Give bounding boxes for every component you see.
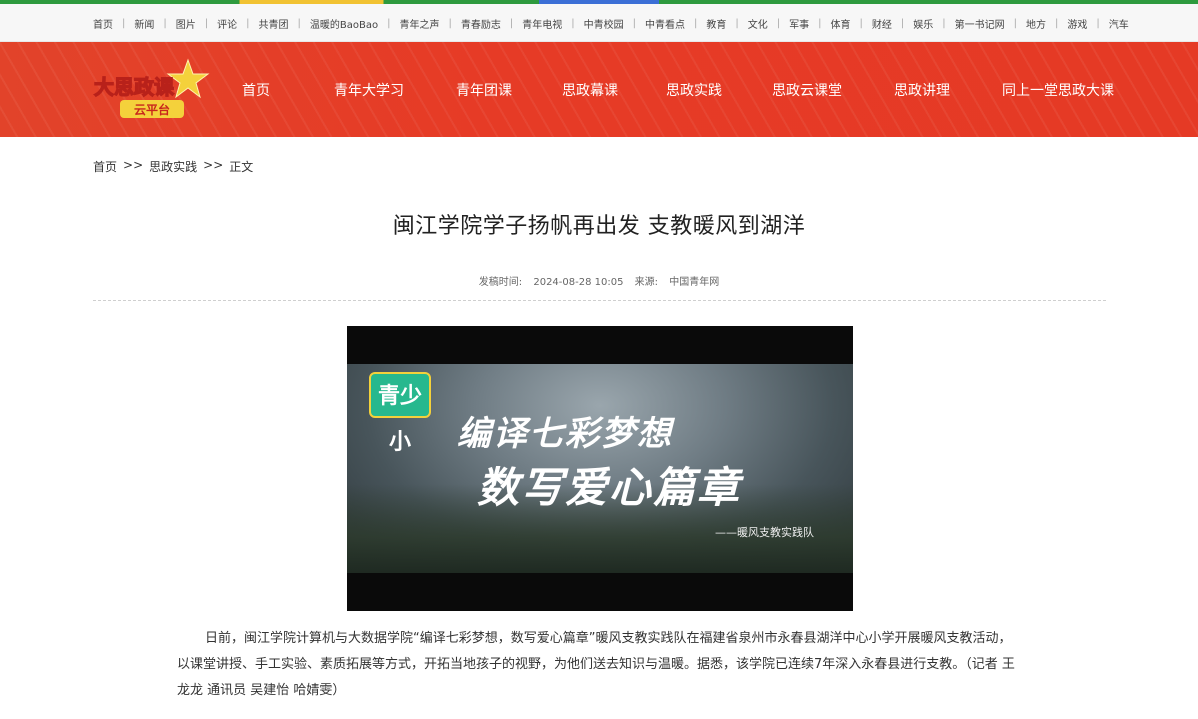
top-nav-link[interactable]: 图片 (176, 16, 196, 31)
main-nav-item[interactable]: 思政实践 (666, 80, 722, 100)
top-nav-list: 首页 | 新闻 | 图片 | 评论 | 共青团 | 温暖的BaoBao | 青年之声 | 青春励志 | 青年电视… (0, 4, 1198, 42)
top-nav-link[interactable]: 文化 (748, 16, 768, 31)
top-nav-separator: | (693, 17, 698, 29)
divider (93, 300, 1106, 301)
top-nav-item: | 图片 (154, 16, 195, 31)
main-nav-item[interactable]: 同上一堂思政大课 (1002, 80, 1114, 100)
top-nav-separator: | (1096, 17, 1100, 29)
top-nav-separator: | (387, 17, 391, 29)
top-nav-item: | 文化 (726, 16, 767, 31)
top-nav-item: | 青年之声 (378, 16, 439, 31)
top-nav-separator: | (776, 17, 781, 29)
breadcrumb-home[interactable]: 首页 (93, 158, 117, 175)
top-nav-item: | 共青团 (237, 16, 288, 31)
article-meta: 发稿时间: 2024-08-28 10:05 来源: 中国青年网 (0, 273, 1198, 288)
top-nav-link[interactable]: 青年之声 (399, 16, 439, 31)
top-nav-item: | 汽车 (1087, 16, 1128, 31)
video-credit: ——暖风支教实践队 (715, 526, 814, 539)
article-body: 日前，闽江学院计算机与大数据学院“编译七彩梦想，数写爱心篇章”暖风支教实践队在福… (177, 631, 1015, 698)
logo-sub: 云平台 (134, 102, 170, 117)
top-nav-separator: | (122, 17, 126, 29)
top-nav-item: 首页 (93, 16, 113, 31)
top-nav-link[interactable]: 共青团 (259, 16, 289, 31)
top-nav-separator: | (818, 17, 822, 29)
top-nav: 首页 | 新闻 | 图片 | 评论 | 共青团 | 温暖的BaoBao | 青年之声 | 青春励志 | 青年电视… (0, 4, 1198, 42)
breadcrumb-separator: >> (203, 158, 224, 172)
main-nav-item[interactable]: 青年团课 (456, 80, 512, 100)
top-nav-link[interactable]: 青年电视 (522, 16, 562, 31)
top-nav-item: | 游戏 (1046, 16, 1087, 31)
top-nav-item: | 青年电视 (501, 16, 562, 31)
top-nav-separator: | (163, 17, 167, 29)
breadcrumb-section[interactable]: 思政实践 (149, 158, 197, 175)
main-nav-item[interactable]: 思政讲理 (894, 80, 950, 100)
top-nav-item: | 新闻 (113, 16, 154, 31)
top-nav-separator: | (900, 17, 905, 29)
top-nav-link[interactable]: 温暖的BaoBao (310, 16, 378, 31)
top-nav-separator: | (204, 17, 209, 29)
top-nav-link[interactable]: 第一书记网 (955, 16, 1005, 31)
top-nav-item: | 中青校园 (562, 16, 623, 31)
top-nav-separator: | (448, 17, 452, 29)
star-icon (166, 58, 210, 99)
source-label: 来源: (634, 277, 659, 288)
source: 中国青年网 (669, 277, 720, 288)
video-headline-2: 数写爱心篇章 (477, 463, 742, 512)
top-nav-link[interactable]: 地方 (1026, 16, 1046, 31)
top-nav-item: | 军事 (768, 16, 809, 31)
breadcrumb: 首页 >> 思政实践 >> 正文 (93, 158, 253, 175)
top-nav-link[interactable]: 游戏 (1067, 16, 1087, 31)
top-nav-separator: | (1013, 17, 1017, 29)
main-nav-item[interactable]: 思政幕课 (562, 80, 618, 100)
breadcrumb-current: 正文 (229, 160, 254, 174)
top-nav-item: | 温暖的BaoBao (289, 16, 379, 31)
top-nav-link[interactable]: 教育 (706, 16, 726, 31)
top-nav-link[interactable]: 汽车 (1109, 16, 1129, 31)
top-nav-link[interactable]: 中青校园 (584, 16, 624, 31)
top-nav-item: | 地方 (1005, 16, 1046, 31)
video-player[interactable]: 青少小 编译七彩梦想 数写爱心篇章 ——暖风支教实践队 (347, 326, 853, 611)
main-nav-item[interactable]: 思政云课堂 (772, 80, 842, 100)
top-nav-link[interactable]: 新闻 (134, 16, 154, 31)
main-nav-item[interactable]: 首页 (242, 80, 270, 100)
article-title: 闽江学院学子扬帆再出发 支教暖风到湖洋 (392, 214, 806, 239)
top-nav-link[interactable]: 娱乐 (913, 16, 933, 31)
video-headline-1: 编译七彩梦想 (457, 414, 673, 454)
top-nav-link[interactable]: 青春励志 (461, 16, 501, 31)
top-nav-link[interactable]: 军事 (789, 16, 809, 31)
top-nav-separator: | (297, 17, 301, 29)
main-nav: 首页 青年大学习 青年团课 思政幕课 思政实践 思政云课堂 思政讲理 同上一堂思政大课 (242, 42, 1114, 137)
top-nav-item: | 财经 (850, 16, 891, 31)
logo-title: 大思政课 (94, 75, 175, 99)
publish-time: 2024-08-28 10:05 (533, 277, 624, 288)
main-nav-item[interactable]: 青年大学习 (334, 80, 404, 100)
site-header: 大思政课 云平台 首页 青年大学习 青年团课 思政幕课 思政实践 思政云课堂 思政讲理 同上一… (0, 42, 1198, 137)
top-nav-item: | 评论 (196, 16, 237, 31)
top-nav-separator: | (859, 17, 863, 29)
top-nav-item: | 青春励志 (439, 16, 500, 31)
top-nav-link[interactable]: 体育 (830, 16, 850, 31)
top-nav-separator: | (1054, 17, 1059, 29)
top-nav-separator: | (509, 17, 514, 29)
top-nav-link[interactable]: 评论 (217, 16, 237, 31)
top-nav-link[interactable]: 中青看点 (645, 16, 685, 31)
channel-badge: 青少小 (369, 372, 431, 455)
top-nav-separator: | (246, 17, 250, 29)
top-nav-item: | 第一书记网 (933, 16, 1004, 31)
top-nav-link[interactable]: 首页 (93, 16, 113, 31)
top-nav-separator: | (942, 17, 946, 29)
top-nav-separator: | (735, 17, 739, 29)
publish-time-label: 发稿时间: (478, 277, 523, 288)
top-nav-item: | 中青看点 (624, 16, 685, 31)
top-nav-item: | 教育 (685, 16, 726, 31)
top-nav-item: | 娱乐 (892, 16, 933, 31)
top-nav-item: | 体育 (809, 16, 850, 31)
top-nav-separator: | (571, 17, 575, 29)
top-nav-link[interactable]: 财经 (872, 16, 892, 31)
top-nav-separator: | (632, 17, 636, 29)
site-logo[interactable]: 大思政课 云平台 (92, 58, 212, 122)
breadcrumb-separator: >> (123, 158, 144, 172)
